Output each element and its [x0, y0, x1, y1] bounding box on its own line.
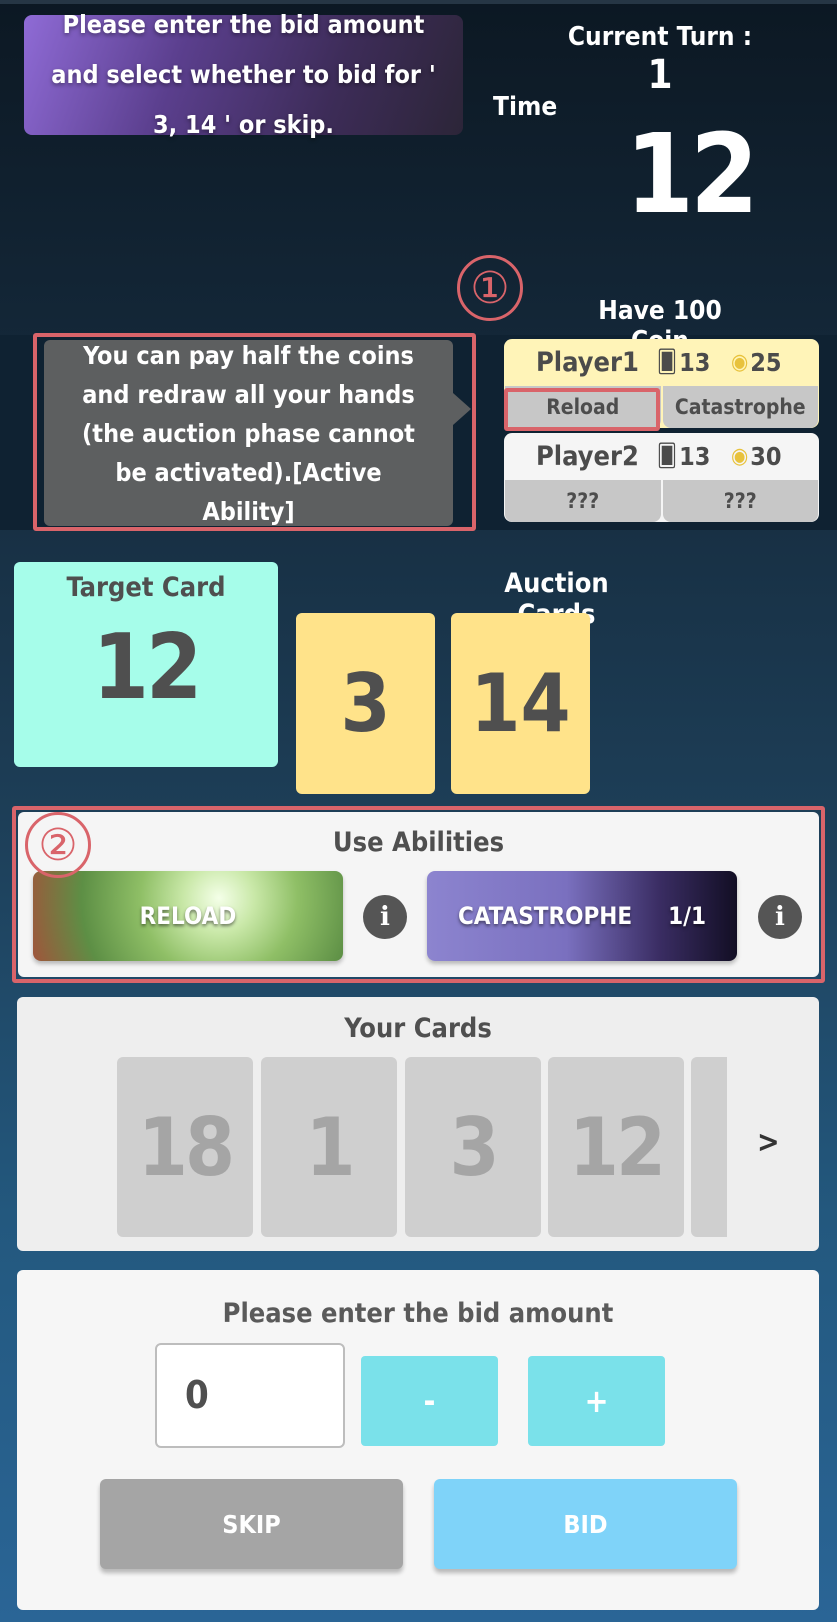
chevron-right-icon[interactable]: > [757, 1125, 780, 1160]
turn-value: 1 [647, 52, 673, 98]
hand-carousel[interactable]: 18 1 3 12 [117, 1057, 727, 1237]
auction-card: 14 [451, 613, 590, 794]
hand-title: Your Cards [344, 1013, 492, 1044]
current-turn: Current Turn : 1 [560, 22, 760, 98]
hand-card[interactable] [691, 1057, 727, 1237]
hand-card[interactable]: 12 [548, 1057, 684, 1237]
card-count-value: 13 [679, 348, 711, 377]
decrease-bid-button[interactable]: - [361, 1356, 498, 1446]
card-stack-icon: 🂠 [656, 444, 678, 469]
coin-stack-icon: ◉ [730, 444, 749, 469]
auction-card: 3 [296, 613, 435, 794]
player-name: Player1 [536, 347, 639, 378]
time-label: Time [493, 92, 558, 122]
tooltip-highlight [33, 333, 476, 531]
instruction-text: Please enter the bid amount and select w… [51, 10, 436, 139]
player-name: Player2 [536, 441, 639, 472]
skip-button[interactable]: SKIP [100, 1479, 403, 1569]
hand-card[interactable]: 1 [261, 1057, 397, 1237]
player-ability-unknown: ??? [662, 480, 818, 522]
player-row: Player1 🂠 13 ◉ 25 [504, 339, 819, 386]
card-stack-icon: 🂠 [656, 350, 678, 375]
target-card-label: Target Card [66, 572, 226, 603]
player-ability-unknown: ??? [505, 480, 661, 522]
bid-button[interactable]: BID [434, 1479, 737, 1569]
card-count: 🂠 13 [657, 348, 731, 377]
player-abilities: ??? ??? [504, 480, 819, 522]
increase-bid-button[interactable]: + [528, 1356, 665, 1446]
coin-stack-icon: ◉ [730, 350, 749, 375]
player-card: Player2 🂠 13 ◉ 30 ??? ??? [504, 433, 819, 522]
player-ability-catastrophe[interactable]: Catastrophe [662, 386, 818, 428]
bid-amount-input[interactable]: 0 [155, 1343, 345, 1448]
coin-count: ◉ 25 [731, 348, 805, 377]
instruction-banner: Please enter the bid amount and select w… [24, 10, 463, 139]
card-count: 🂠 13 [657, 442, 731, 471]
annotation-marker-2: ② [25, 812, 91, 878]
abilities-highlight [12, 806, 825, 983]
coin-count-value: 25 [750, 348, 782, 377]
hand-panel: Your Cards 18 1 3 12 > [17, 997, 819, 1251]
bid-title: Please enter the bid amount [222, 1298, 614, 1329]
time-value: 12 [625, 110, 759, 238]
annotation-marker-1: ① [457, 255, 523, 321]
card-count-value: 13 [679, 442, 711, 471]
hand-card[interactable]: 3 [405, 1057, 541, 1237]
target-card-value: 12 [92, 615, 203, 720]
player-row: Player2 🂠 13 ◉ 30 [504, 433, 819, 480]
coin-count-value: 30 [750, 442, 782, 471]
turn-label: Current Turn : [567, 22, 753, 52]
reload-highlight [504, 388, 660, 431]
target-card: Target Card 12 [14, 562, 278, 767]
bid-panel: Please enter the bid amount 0 - + SKIP B… [17, 1270, 819, 1610]
hand-card[interactable]: 18 [117, 1057, 253, 1237]
coin-count: ◉ 30 [731, 442, 805, 471]
